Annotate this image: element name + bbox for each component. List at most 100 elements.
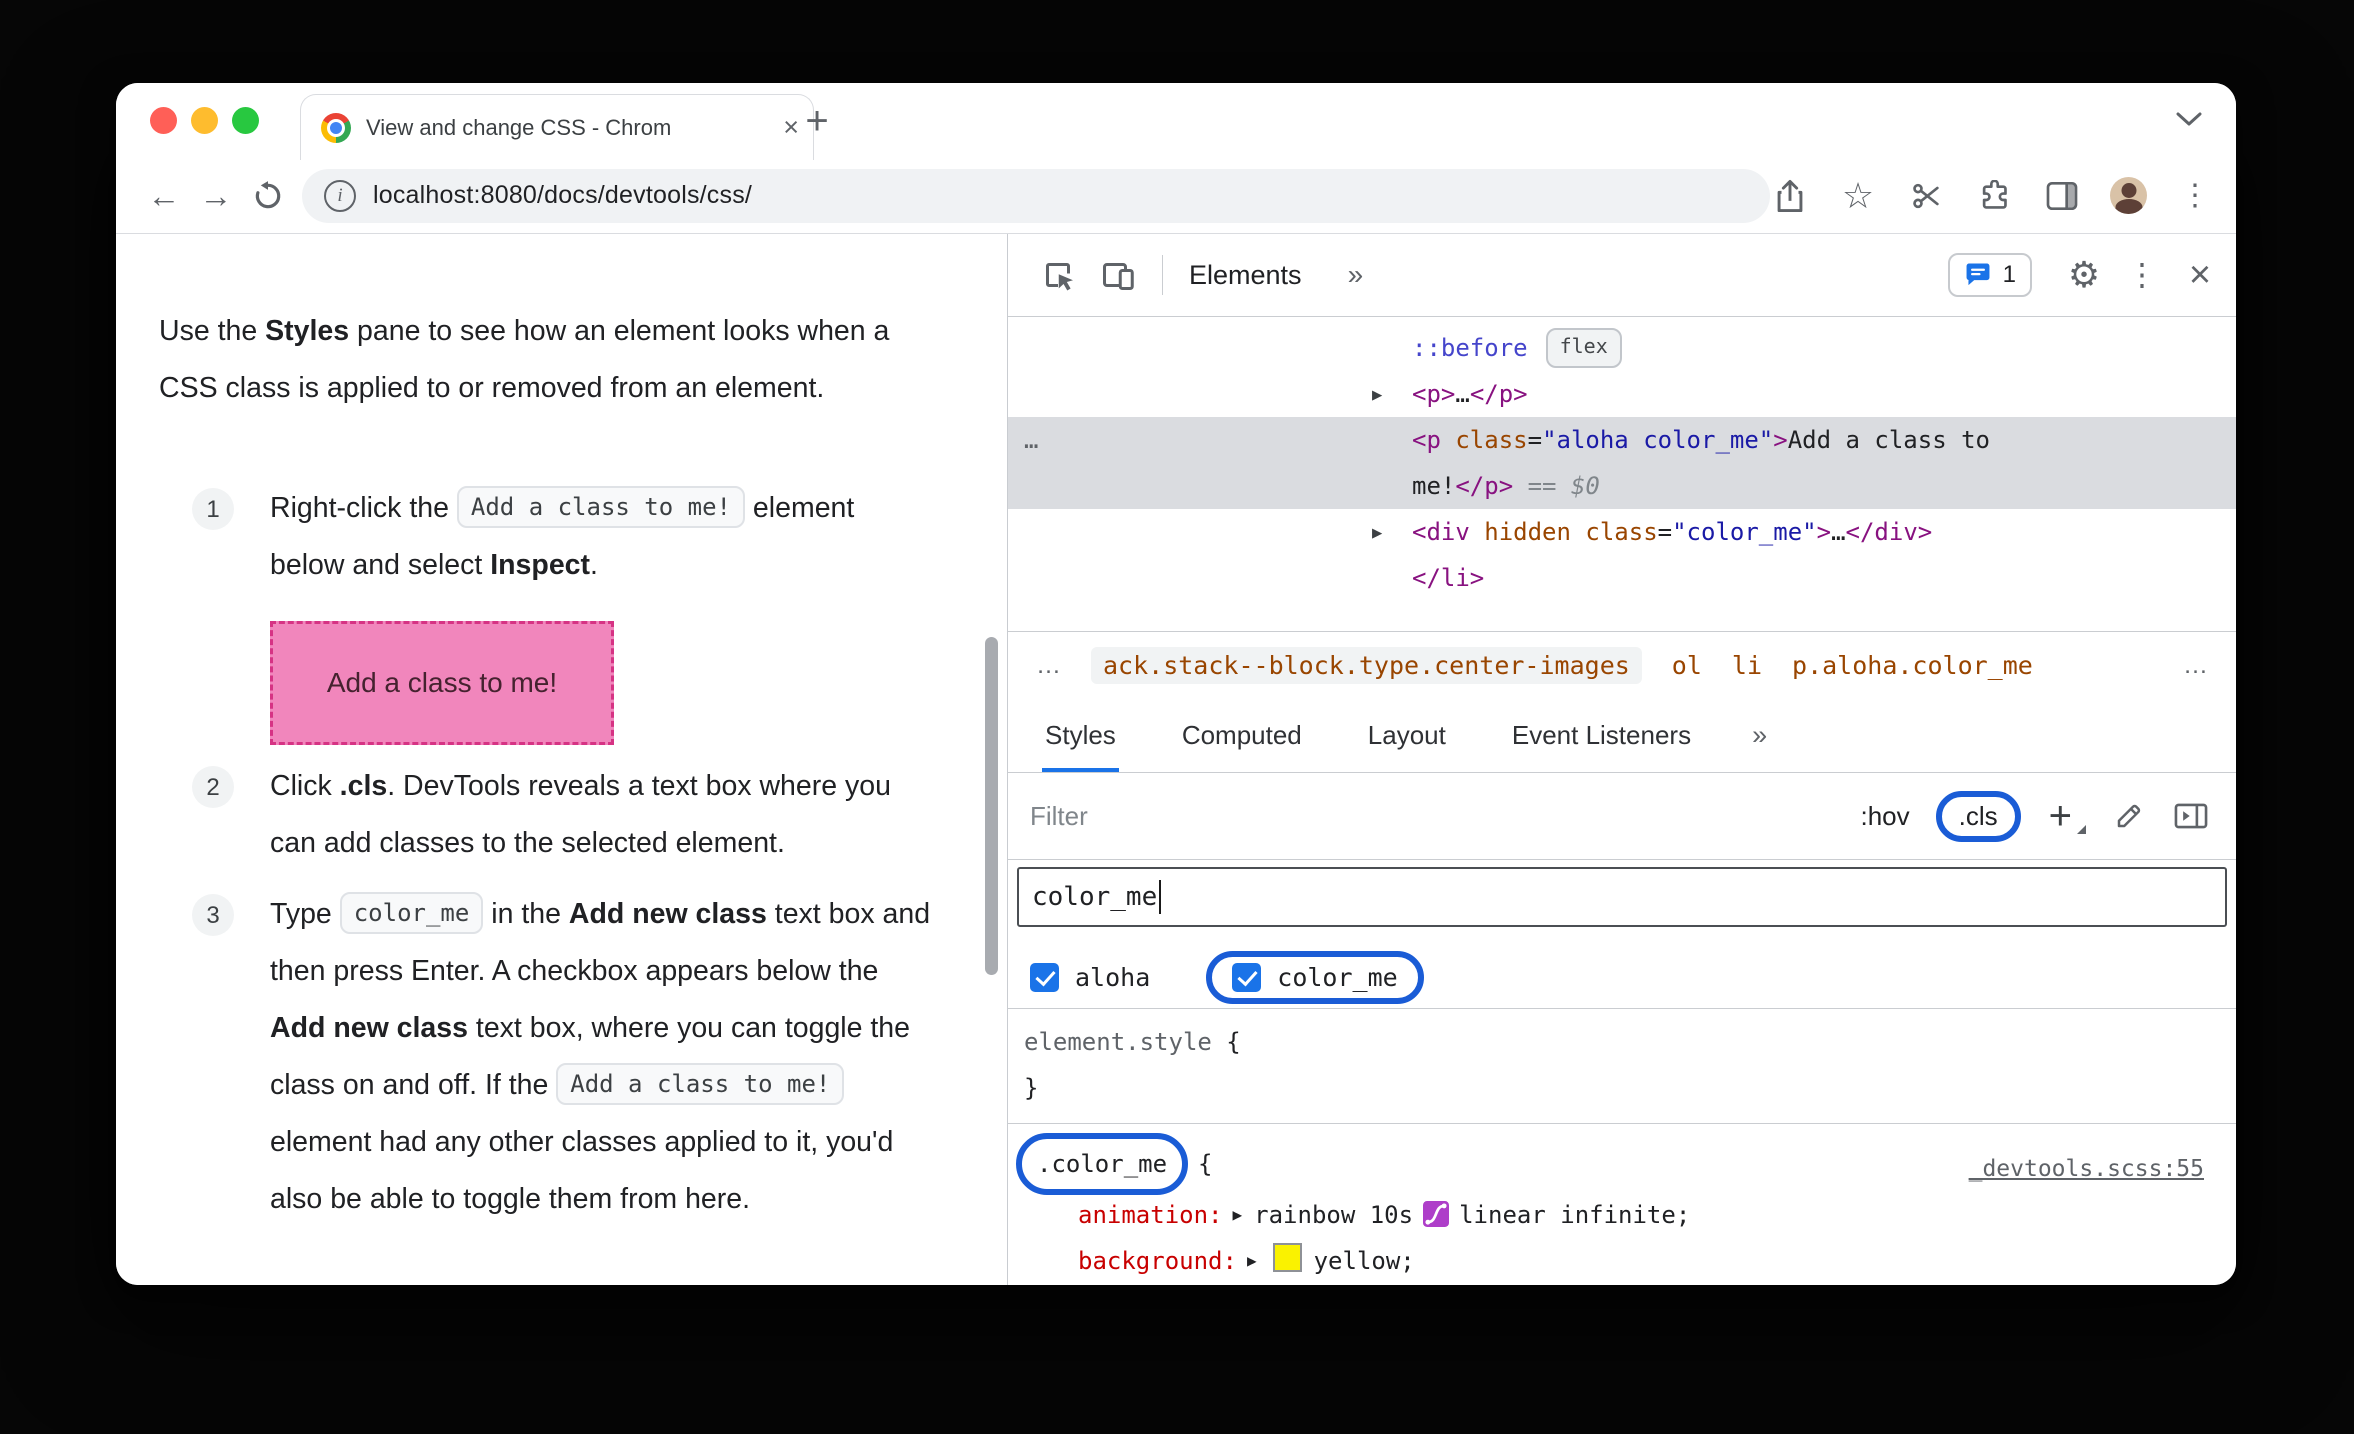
message-count: 1 (2002, 261, 2016, 288)
element-style-block: element.style { } (1008, 1009, 2236, 1124)
bezier-editor-icon[interactable] (1423, 1201, 1450, 1227)
step-2-number: 2 (192, 766, 234, 808)
rule-selector[interactable]: .color_me (1016, 1133, 1189, 1195)
chrome-favicon (321, 112, 351, 143)
tab-strip: View and change CSS - Chrom × + (116, 83, 2236, 160)
breadcrumb-ol[interactable]: ol (1672, 651, 1702, 680)
bookmark-star-icon[interactable]: ☆ (1838, 174, 1878, 218)
checkbox-checked-icon[interactable] (1030, 962, 1059, 992)
show-sidebar-icon[interactable] (2174, 802, 2208, 830)
traffic-minimize-button[interactable] (191, 107, 218, 134)
shorthand-expand-icon[interactable]: ▶ (1247, 1251, 1257, 1270)
shorthand-expand-icon[interactable]: ▶ (1233, 1205, 1243, 1224)
class-toggle-aloha[interactable]: aloha (1030, 962, 1151, 992)
class-label: color_me (1277, 962, 1398, 992)
dom-tree: ::before flex ▶ <p>…</p> … <p class="aloha … (1008, 317, 2236, 631)
omnibox[interactable]: i localhost:8080/docs/devtools/css/ (302, 168, 1770, 223)
styles-filter-input[interactable]: Filter (1030, 801, 1088, 832)
tab-computed[interactable]: Computed (1179, 698, 1305, 772)
checkbox-checked-icon[interactable] (1232, 962, 1262, 992)
devtools-menu-kebab-icon[interactable]: ⋮ (2120, 253, 2164, 297)
new-style-rule-button[interactable]: + (2049, 796, 2087, 836)
site-info-icon[interactable]: i (324, 179, 356, 212)
expand-arrow-icon[interactable]: ▶ (1372, 510, 1382, 556)
step-1-number: 1 (192, 488, 234, 530)
browser-window: View and change CSS - Chrom × + ← → i lo… (116, 83, 2236, 1285)
browser-menu-kebab-icon[interactable]: ⋮ (2175, 174, 2215, 218)
step-3: 3 Type color_me in the Add new class tex… (192, 886, 934, 1228)
url-text: localhost:8080/docs/devtools/css/ (373, 181, 753, 209)
add-class-section: color_me (1008, 860, 2236, 946)
console-messages-button[interactable]: 1 (1947, 253, 2032, 297)
inline-code: Add a class to me! (456, 486, 745, 528)
css-property-animation[interactable]: animation: ▶ rainbow 10s linear infinite; (1024, 1192, 2236, 1238)
extensions-puzzle-icon[interactable] (1974, 174, 2014, 218)
dom-node-before[interactable]: ::before flex (1008, 325, 2236, 371)
step-1: 1 Right-click the Add a class to me! ele… (192, 480, 934, 594)
traffic-zoom-button[interactable] (232, 107, 259, 134)
address-bar: ← → i localhost:8080/docs/devtools/css/ … (116, 158, 2236, 233)
color-swatch-yellow[interactable] (1272, 1243, 1302, 1272)
profile-avatar[interactable] (2110, 177, 2147, 214)
more-panels-chevron[interactable]: » (1348, 259, 1364, 291)
intro-paragraph: Use the Styles pane to see how an elemen… (159, 314, 890, 404)
reload-button[interactable] (242, 170, 294, 222)
breadcrumb-li[interactable]: li (1732, 651, 1762, 680)
element-style-selector[interactable]: element.style (1024, 1028, 1212, 1056)
traffic-close-button[interactable] (150, 107, 177, 134)
breadcrumb-p-aloha-color-me[interactable]: p.aloha.color_me (1792, 651, 2033, 680)
dom-node-p-collapsed[interactable]: ▶ <p>…</p> (1008, 371, 2236, 417)
css-property-background[interactable]: background: ▶ yellow; (1024, 1238, 2236, 1284)
demo-element[interactable]: Add a class to me! (270, 621, 614, 745)
inline-code: Add a class to me! (556, 1063, 845, 1105)
toolbar-divider (1162, 255, 1163, 295)
devtools-settings-gear-icon[interactable]: ⚙ (2062, 253, 2106, 297)
expand-arrow-icon[interactable]: ▶ (1372, 372, 1382, 418)
text-caret (1159, 880, 1162, 914)
toggle-element-state-button[interactable]: :hov (1860, 801, 1909, 832)
class-toggle-color-me[interactable]: color_me (1206, 950, 1424, 1004)
dom-node-div-hidden[interactable]: ▶ <div hidden class="color_me">…</div> (1008, 509, 2236, 555)
inline-code: color_me (339, 892, 484, 934)
font-editor-pen-icon[interactable] (2114, 801, 2144, 831)
docs-page: Use the Styles pane to see how an elemen… (116, 234, 1007, 1285)
rule-closing-brace: } (1024, 1284, 2236, 1285)
breadcrumb-stack-block[interactable]: ack.stack--block.type.center-images (1091, 646, 1642, 684)
step-3-number: 3 (192, 894, 234, 936)
node-overflow-dots[interactable]: … (1024, 417, 1038, 463)
tab-elements[interactable]: Elements (1189, 260, 1302, 291)
page-scrollbar-thumb[interactable] (985, 637, 998, 975)
tab-search-chevron-icon[interactable] (2176, 111, 2202, 127)
class-toggles: aloha color_me (1008, 946, 2236, 1009)
devtools-close-icon[interactable]: × (2178, 253, 2222, 297)
stylesheet-source-link[interactable]: _devtools.scss:55 (1969, 1146, 2204, 1192)
scissors-extension-icon[interactable] (1906, 174, 1946, 218)
tab-styles[interactable]: Styles (1042, 698, 1119, 772)
dollar-zero-marker: $0 (1570, 472, 1600, 500)
crumbs-overflow-left[interactable]: … (1036, 651, 1061, 680)
tab-event-listeners[interactable]: Event Listeners (1509, 698, 1694, 772)
add-new-class-input[interactable]: color_me (1017, 867, 2227, 927)
flex-badge[interactable]: flex (1545, 328, 1622, 368)
crumbs-overflow-right[interactable]: … (2183, 651, 2208, 680)
inspect-element-icon[interactable] (1036, 253, 1080, 297)
side-panel-icon[interactable] (2042, 174, 2082, 218)
dom-node-selected[interactable]: … <p class="aloha color_me">Add a class t… (1008, 417, 2236, 509)
back-button[interactable]: ← (138, 170, 190, 222)
tab-title: View and change CSS - Chrom (366, 114, 672, 140)
devtools-toolbar: Elements » 1 ⚙ ⋮ × (1008, 234, 2236, 317)
styles-tab-bar: Styles Computed Layout Event Listeners » (1008, 698, 2236, 773)
step-2: 2 Click .cls. DevTools reveals a text bo… (192, 758, 934, 872)
share-icon[interactable] (1770, 174, 1810, 218)
element-classes-button[interactable]: .cls (1935, 790, 2021, 842)
forward-button[interactable]: → (190, 170, 242, 222)
tab-layout[interactable]: Layout (1365, 698, 1449, 772)
styles-toolbar: Filter :hov .cls + (1008, 773, 2236, 860)
more-tabs-chevron[interactable]: » (1752, 720, 1767, 751)
device-toolbar-icon[interactable] (1096, 253, 1140, 297)
class-label: aloha (1075, 962, 1151, 992)
devtools-panel: Elements » 1 ⚙ ⋮ × ::before flex ▶ <p>…</p… (1007, 234, 2236, 1285)
dom-node-li-close[interactable]: </li> (1008, 555, 2236, 601)
browser-tab[interactable]: View and change CSS - Chrom × (300, 94, 814, 160)
new-tab-button[interactable]: + (792, 96, 842, 146)
